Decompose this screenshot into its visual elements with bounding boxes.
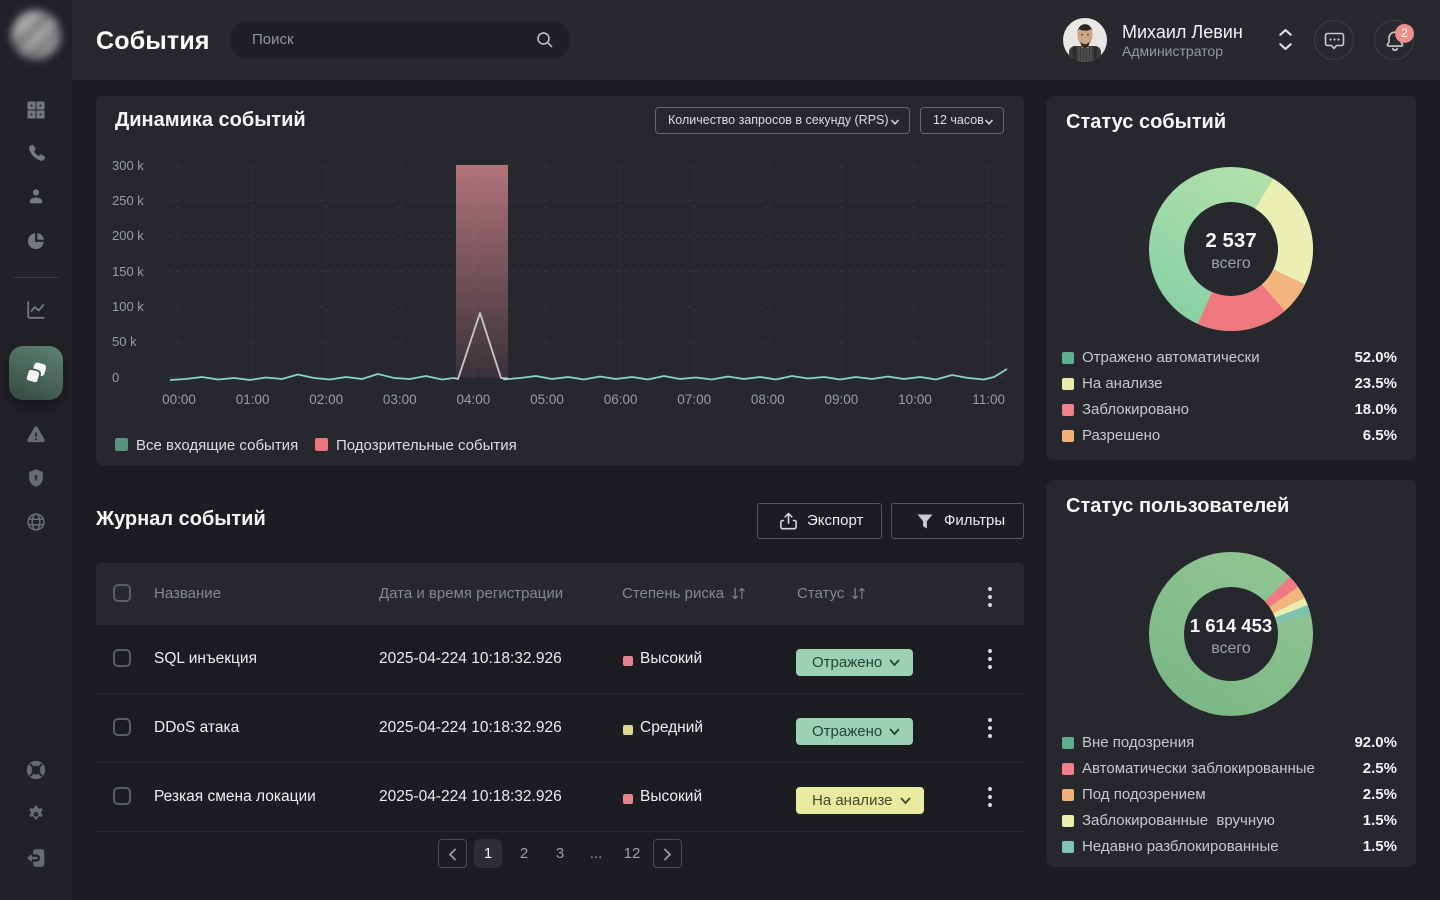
svg-text:50 k: 50 k (112, 334, 137, 349)
svg-text:150 k: 150 k (112, 264, 144, 279)
svg-text:06:00: 06:00 (604, 392, 638, 407)
svg-text:200 k: 200 k (112, 228, 144, 243)
svg-text:Подозрительные события: Подозрительные события (336, 437, 517, 454)
svg-text:2 537: 2 537 (1205, 229, 1256, 252)
svg-text:09:00: 09:00 (825, 392, 859, 407)
svg-text:300 k: 300 k (112, 158, 144, 173)
svg-text:всего: всего (1211, 255, 1251, 272)
svg-text:04:00: 04:00 (457, 392, 491, 407)
svg-text:05:00: 05:00 (530, 392, 564, 407)
svg-text:1 614 453: 1 614 453 (1190, 615, 1272, 636)
svg-text:10:00: 10:00 (898, 392, 932, 407)
svg-text:250 k: 250 k (112, 193, 144, 208)
svg-text:01:00: 01:00 (236, 392, 270, 407)
svg-text:07:00: 07:00 (677, 392, 711, 407)
svg-text:03:00: 03:00 (383, 392, 417, 407)
svg-text:0: 0 (112, 370, 119, 385)
svg-text:Все входящие события: Все входящие события (136, 437, 298, 454)
svg-text:02:00: 02:00 (309, 392, 343, 407)
svg-text:00:00: 00:00 (162, 392, 196, 407)
svg-text:всего: всего (1211, 640, 1251, 657)
svg-text:11:00: 11:00 (972, 392, 1005, 407)
svg-text:08:00: 08:00 (751, 392, 785, 407)
svg-text:100 k: 100 k (112, 299, 144, 314)
